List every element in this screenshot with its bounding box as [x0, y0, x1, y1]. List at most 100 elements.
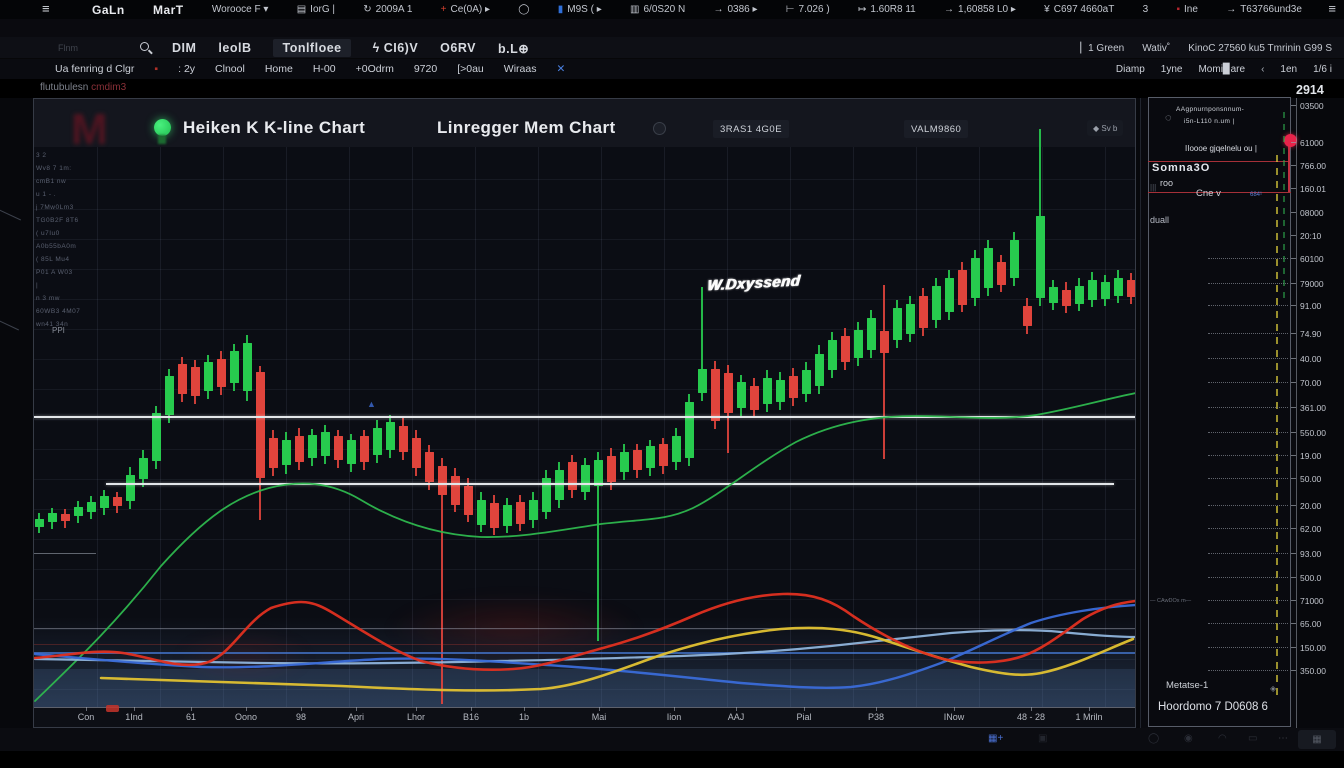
x-axis-label[interactable]: Lhor	[407, 712, 425, 722]
toolbar-tab[interactable]: b.L⊕	[498, 41, 529, 56]
sidebar-row-label[interactable]: IIoooe gjqelnelu ou |	[1185, 144, 1257, 153]
toolbar2-right-item[interactable]: 1/6 i	[1313, 64, 1332, 75]
breadcrumb-path[interactable]: flutubulesn	[40, 82, 91, 93]
toolbar2-item[interactable]: H-00	[313, 63, 336, 75]
price-scale-label[interactable]: 61000	[1300, 138, 1340, 148]
toolbar2-item[interactable]: : 2y	[178, 63, 195, 75]
toolbar-right-item[interactable]: ▏1 Green	[1080, 43, 1124, 54]
toolbar2-item[interactable]: Clnool	[215, 63, 245, 75]
x-axis-label[interactable]: 1 Mriln	[1075, 712, 1102, 722]
toolbar2-item[interactable]: 9720	[414, 63, 437, 75]
toolbar2-item[interactable]: +0Odrm	[356, 63, 394, 75]
toolbar2-right-item[interactable]: ‹	[1261, 64, 1264, 75]
x-axis-label[interactable]: 98	[296, 712, 306, 722]
price-scale-label[interactable]: 60100	[1300, 254, 1340, 264]
price-scale-label[interactable]: 20:10	[1300, 231, 1340, 241]
target-icon[interactable]: ◌	[1165, 112, 1172, 124]
menu-item[interactable]: ◯	[518, 4, 529, 15]
toolbar-right-item[interactable]: Wativ˚	[1142, 43, 1170, 54]
price-scale-label[interactable]: 40.00	[1300, 354, 1340, 364]
price-scale-label[interactable]: 93.00	[1300, 549, 1340, 559]
menu-item[interactable]: ⊢7.026 )	[786, 4, 830, 15]
price-scale-label[interactable]: 500.0	[1300, 573, 1340, 583]
indicator-dot-icon[interactable]	[653, 122, 666, 135]
x-axis-label[interactable]: B16	[463, 712, 479, 722]
x-axis-label[interactable]: Pial	[796, 712, 811, 722]
chart-panel[interactable]: M Heiken K K-line Chart Linregger Mem Ch…	[33, 98, 1136, 728]
statusbar-icon[interactable]: ◯	[1148, 733, 1159, 744]
toolbar-tab[interactable]: Tonlfloee	[273, 39, 350, 57]
sidebar-symbol-label[interactable]: Somna3O	[1152, 162, 1210, 174]
x-axis-label[interactable]: Iion	[667, 712, 682, 722]
menu-item[interactable]: ↻2009A 1	[363, 4, 412, 15]
menu-item[interactable]: ▮M9S ( ▸	[558, 4, 602, 15]
diamond-icon[interactable]: ◈	[1270, 684, 1276, 693]
statusbar-icon[interactable]: ▦+	[988, 733, 1003, 744]
price-scale-label[interactable]: 766.00	[1300, 161, 1340, 171]
menu-item[interactable]: →T63766und3e	[1226, 4, 1302, 15]
menubar-right-icon[interactable]: ≡	[1328, 1, 1336, 16]
toolbar-tab[interactable]: DIM	[172, 41, 196, 55]
toolbar2-item[interactable]: ▪	[154, 63, 158, 75]
chart-settings-pill[interactable]: ◆ Sv b	[1087, 120, 1123, 136]
menu-item[interactable]: GaLn	[92, 3, 125, 17]
price-scale-label[interactable]: 91.00	[1300, 301, 1340, 311]
price-scale-label[interactable]: 361.00	[1300, 403, 1340, 413]
price-scale-label[interactable]: 150.00	[1300, 643, 1340, 653]
x-axis-label[interactable]: Mai	[592, 712, 607, 722]
menu-item[interactable]: ¥C697 4660aT	[1044, 4, 1114, 15]
menu-item[interactable]: 3	[1143, 4, 1149, 15]
x-axis-label[interactable]: 61	[186, 712, 196, 722]
x-axis-label[interactable]: P38	[868, 712, 884, 722]
x-axis-label[interactable]: INow	[944, 712, 965, 722]
x-axis-label[interactable]: Con	[78, 712, 95, 722]
price-scale-label[interactable]: 74.90	[1300, 329, 1340, 339]
statusbar-icon[interactable]: ▣	[1038, 733, 1047, 744]
statusbar-icon[interactable]: ▭	[1248, 733, 1257, 744]
toolbar2-right-item[interactable]: Momi▉are	[1198, 64, 1245, 75]
price-scale-label[interactable]: 350.00	[1300, 666, 1340, 676]
menu-item[interactable]: +Ce(0A) ▸	[441, 4, 490, 15]
toolbar-right-item[interactable]: KinoC 27560 ku5 Tmrinin G99 S	[1188, 43, 1332, 54]
menu-item[interactable]: ↦1.60R8 11	[858, 4, 916, 15]
toolbar2-item[interactable]: Wiraas	[504, 63, 537, 75]
hamburger-menu-icon[interactable]: ≡	[42, 1, 50, 16]
search-icon[interactable]	[140, 42, 149, 51]
price-scale-label[interactable]: 20.00	[1300, 501, 1340, 511]
menu-item[interactable]: ▪Ine	[1176, 4, 1197, 15]
toolbar2-item[interactable]: Home	[265, 63, 293, 75]
toolbar2-item[interactable]: [>0au	[457, 63, 484, 75]
toolbar2-right-item[interactable]: 1en	[1280, 64, 1297, 75]
statusbar-icon[interactable]: ⋯	[1278, 733, 1288, 744]
x-axis-label[interactable]: 1Ind	[125, 712, 143, 722]
x-axis-label[interactable]: 1b	[519, 712, 529, 722]
toolbar2-item[interactable]: Ua fenring d Clgr	[55, 63, 134, 75]
x-axis-label[interactable]: 48 - 28	[1017, 712, 1045, 722]
menu-item[interactable]: MarT	[153, 3, 184, 17]
price-scale-axis[interactable]	[1296, 98, 1297, 728]
menu-item[interactable]: →1,60858 L0 ▸	[944, 4, 1016, 15]
filter-placeholder[interactable]: Flnm	[58, 43, 78, 53]
price-scale-label[interactable]: 550.00	[1300, 428, 1340, 438]
statusbar-corner-button[interactable]: ▦	[1298, 730, 1336, 749]
sidebar-mid-label[interactable]: Cne v	[1196, 188, 1221, 199]
price-scale-label[interactable]: 160.01	[1300, 184, 1340, 194]
price-scale-label[interactable]: 71000	[1300, 596, 1340, 606]
price-scale-label[interactable]: 19.00	[1300, 451, 1340, 461]
toolbar2-right-item[interactable]: Diamp	[1116, 64, 1145, 75]
toolbar-tab[interactable]: ϟ CI6)V	[373, 41, 419, 55]
statusbar-icon[interactable]: ◠	[1218, 733, 1227, 744]
statusbar-icon[interactable]: ◉	[1184, 733, 1193, 744]
toolbar-tab[interactable]: O6RV	[440, 41, 476, 55]
price-scale-label[interactable]: 03500	[1300, 101, 1340, 111]
x-axis-strip[interactable]	[34, 707, 1136, 728]
price-scale-label[interactable]: 50.00	[1300, 474, 1340, 484]
toolbar2-item[interactable]: ✕	[556, 63, 565, 75]
price-scale-label[interactable]: 62.00	[1300, 524, 1340, 534]
x-axis-label[interactable]: Apri	[348, 712, 364, 722]
x-axis-label[interactable]: P0P	[33, 712, 35, 722]
x-axis-label[interactable]: Oono	[235, 712, 257, 722]
price-scale-label[interactable]: 70.00	[1300, 378, 1340, 388]
menu-item[interactable]: ▤IorG |	[297, 4, 335, 15]
x-axis-label[interactable]: AAJ	[728, 712, 745, 722]
